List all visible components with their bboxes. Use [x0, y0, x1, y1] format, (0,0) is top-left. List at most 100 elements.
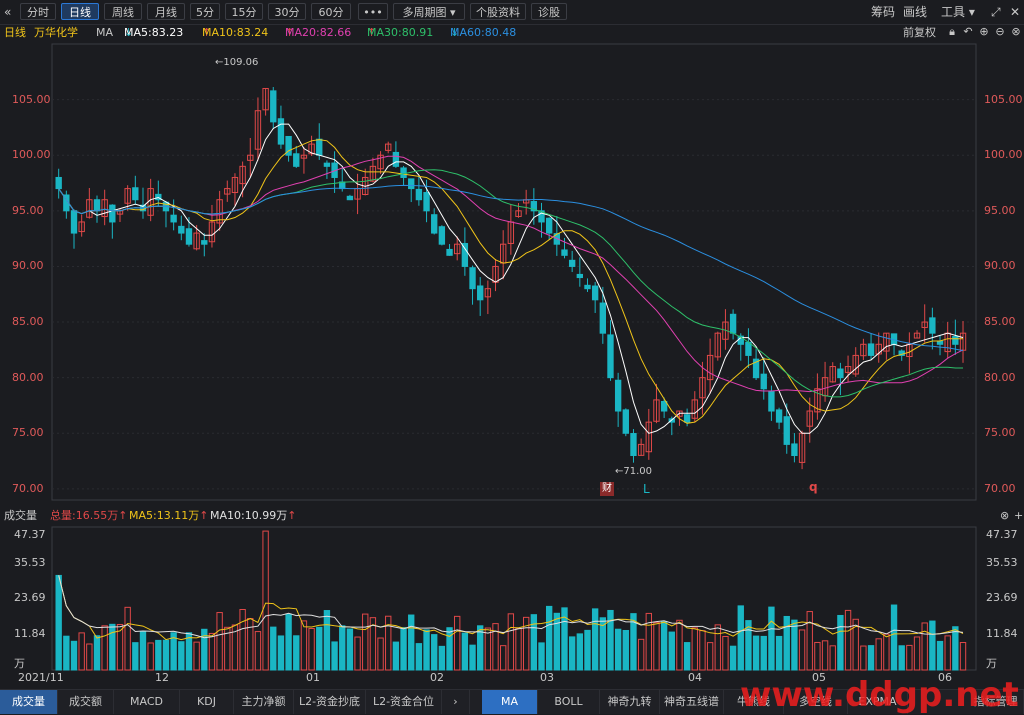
volume-bar	[331, 641, 338, 671]
candle-body	[239, 165, 246, 185]
candle-body	[645, 421, 652, 453]
tab-15min[interactable]: 15分	[225, 3, 263, 20]
candle-body	[798, 432, 806, 463]
volume-bar	[806, 611, 813, 671]
volume-bar	[867, 645, 875, 671]
stock-info-button[interactable]: 个股资料	[470, 3, 526, 20]
candle-body	[959, 332, 967, 351]
volume-bar	[193, 641, 200, 671]
candle-body	[760, 373, 767, 390]
close-icon[interactable]: ⊗	[1010, 26, 1022, 38]
tab-5min[interactable]: 5分	[190, 3, 220, 20]
volume-bar	[522, 616, 530, 671]
candle-body	[116, 210, 124, 215]
volume-bar	[78, 632, 85, 671]
price-chart[interactable]	[0, 0, 1024, 713]
tab-30min[interactable]: 30分	[268, 3, 306, 20]
tab-weekly[interactable]: 周线	[104, 3, 142, 20]
volume-bar	[538, 642, 545, 671]
volume-bar	[377, 637, 384, 671]
tab-magic-five[interactable]: 神奇五线谱	[660, 690, 724, 714]
tools-dropdown[interactable]: 工具 ▾	[941, 4, 975, 20]
tab-monthly[interactable]: 月线	[147, 3, 185, 20]
high-annotation: ←109.06	[215, 57, 259, 68]
tab-daily[interactable]: 日线	[61, 3, 99, 20]
low-annotation: ←71.00	[615, 466, 653, 477]
tab-intraday[interactable]: 分时	[20, 3, 56, 20]
candle-body	[492, 265, 499, 283]
candle-body	[446, 248, 453, 256]
tab-macd[interactable]: MACD	[114, 690, 180, 714]
adjust-dropdown[interactable]: 前复权	[903, 24, 936, 42]
volume-bar	[645, 612, 652, 671]
candle-body	[63, 194, 70, 212]
ma-label[interactable]: MA	[96, 24, 113, 42]
volume-bar	[247, 618, 254, 671]
candle-body	[369, 165, 377, 182]
multi-period-dropdown[interactable]: 多周期图 ▾	[393, 3, 465, 20]
period-label: 日线	[4, 26, 26, 39]
lock-icon[interactable]: 🔒︎	[946, 26, 958, 38]
volume-bar	[783, 615, 790, 671]
tab-boll[interactable]: BOLL	[538, 690, 600, 714]
volume-bar	[63, 635, 70, 671]
volume-bar	[339, 625, 346, 671]
candle-body	[86, 199, 93, 218]
candle-body	[377, 154, 384, 170]
candle-body	[78, 221, 85, 233]
volume-bar	[906, 644, 913, 671]
l-marker[interactable]: L	[643, 482, 650, 496]
candle-body	[676, 410, 683, 417]
back-icon[interactable]: «	[4, 4, 11, 20]
tools-label: 工具	[941, 5, 966, 19]
draw-line-button[interactable]: 画线	[903, 4, 927, 20]
candle-body	[147, 188, 154, 216]
finance-marker[interactable]: 财	[600, 482, 614, 496]
volume-bar	[737, 605, 744, 671]
volume-bar	[630, 613, 637, 671]
candle-body	[691, 399, 698, 419]
date-tick: 02	[430, 671, 444, 684]
tab-l2-position[interactable]: L2-资金合位	[366, 690, 442, 714]
diagnose-button[interactable]: 诊股	[531, 3, 567, 20]
zoom-in-icon[interactable]: ⊕	[978, 26, 990, 38]
candle-body	[400, 167, 407, 178]
candle-body	[714, 332, 721, 358]
ma10-line	[58, 139, 963, 424]
chevron-right-icon[interactable]: ›	[442, 690, 470, 714]
candle-body	[507, 221, 515, 244]
add-icon[interactable]: +	[1014, 507, 1023, 525]
volume-bar	[277, 635, 285, 671]
volume-bar	[477, 625, 484, 671]
tab-main-net[interactable]: 主力净额	[234, 690, 294, 714]
candle-body	[783, 416, 790, 445]
tab-turnover[interactable]: 成交额	[58, 690, 114, 714]
zoom-out-icon[interactable]: ⊖	[994, 26, 1006, 38]
volume-tick-right: 23.69	[986, 591, 1018, 604]
tab-volume[interactable]: 成交量	[0, 690, 58, 714]
price-tick-left: 100.00	[12, 148, 51, 162]
volume-bar	[431, 634, 438, 671]
volume-bar	[714, 624, 721, 671]
undo-icon[interactable]: ↶	[962, 26, 974, 38]
close-icon[interactable]: ⊗	[1000, 507, 1009, 525]
volume-bar	[760, 635, 767, 671]
volume-bar	[300, 620, 308, 671]
candle-body	[461, 243, 469, 267]
more-button[interactable]: •••	[358, 3, 388, 20]
volume-bar	[270, 626, 277, 671]
chips-button[interactable]: 筹码	[871, 4, 895, 20]
tab-60min[interactable]: 60分	[311, 3, 351, 20]
close-icon[interactable]: ✕	[1010, 4, 1020, 20]
expand-icon[interactable]: ⤢	[991, 4, 1001, 20]
volume-bar	[408, 614, 415, 671]
tab-ma[interactable]: MA	[482, 690, 538, 714]
candle-body	[216, 199, 223, 224]
tab-l2-bottom[interactable]: L2-资金抄底	[294, 690, 366, 714]
candle-body	[139, 204, 147, 212]
tab-magic-nine[interactable]: 神奇九转	[600, 690, 660, 714]
q-marker[interactable]: q	[809, 480, 818, 494]
tab-kdj[interactable]: KDJ	[180, 690, 234, 714]
multi-period-label: 多周期图	[402, 6, 447, 19]
candle-body	[898, 350, 905, 356]
